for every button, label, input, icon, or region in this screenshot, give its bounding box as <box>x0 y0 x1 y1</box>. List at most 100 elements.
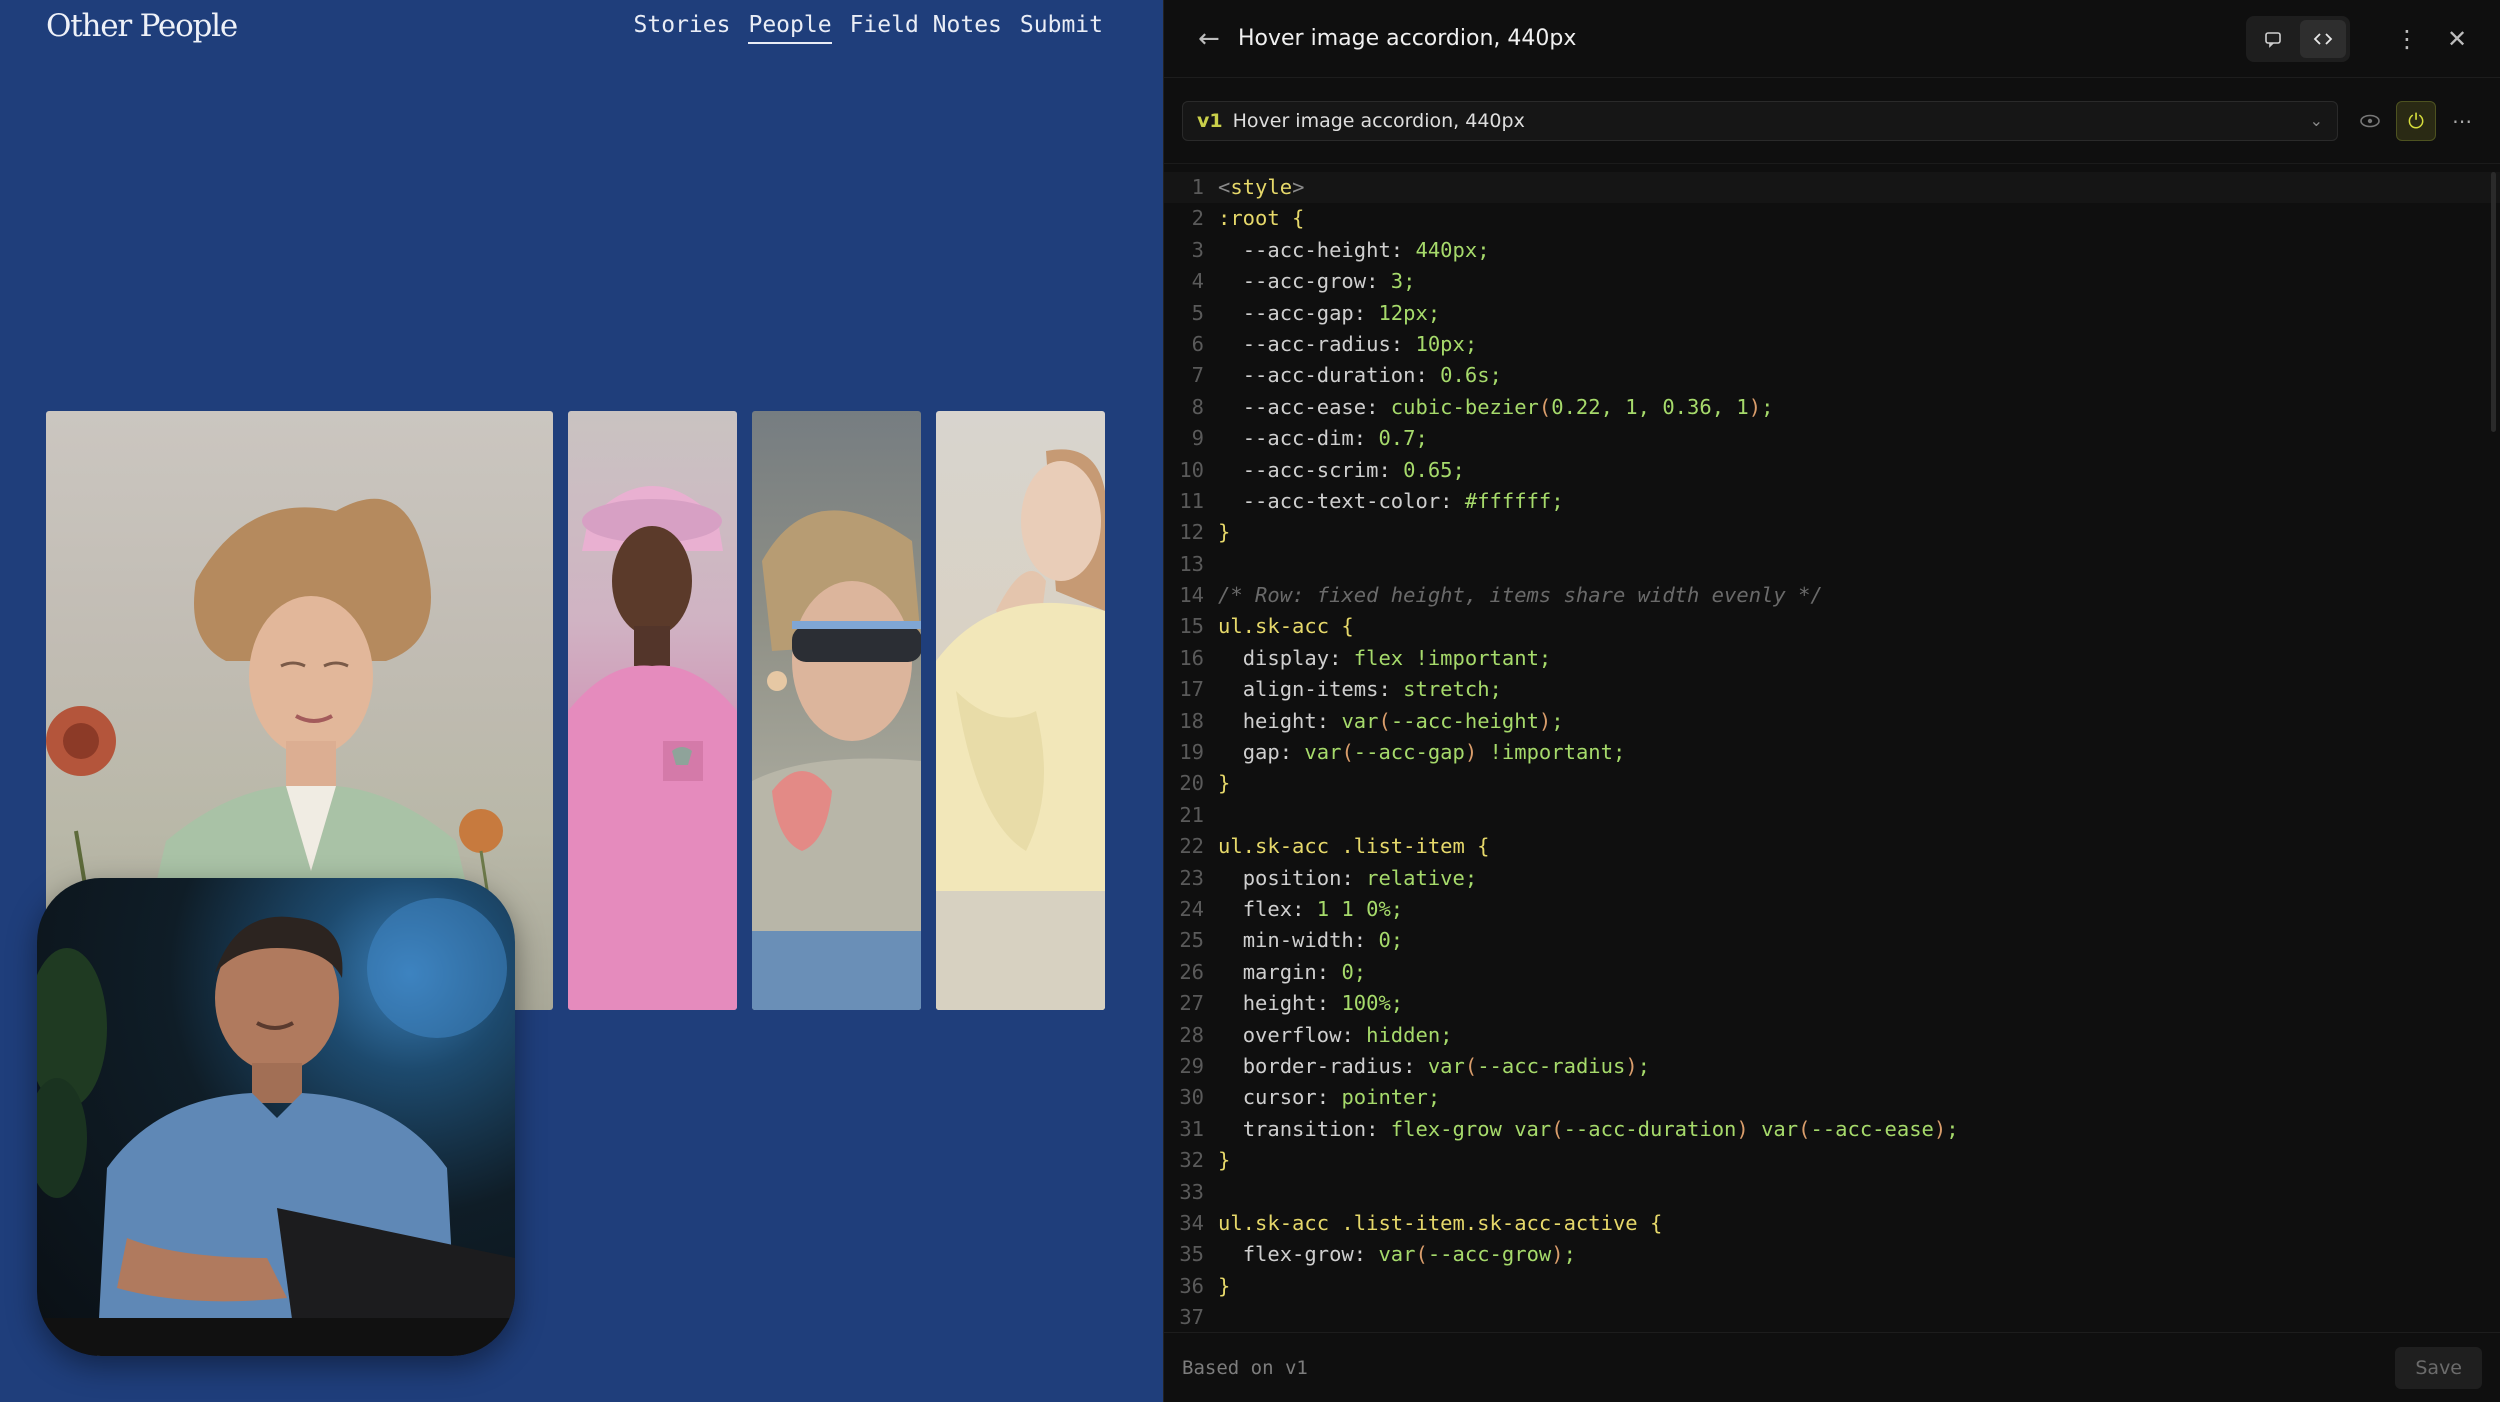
eye-icon[interactable] <box>2350 101 2390 141</box>
line-number: 33 <box>1179 1179 1204 1204</box>
line-source: --acc-scrim: 0.65; <box>1242 457 1465 482</box>
line-source: gap: var(--acc-gap) !important; <box>1242 740 1626 765</box>
code-editor[interactable]: 1 <style> 2:root {3 --acc-height: 440px; 4 … <box>1164 172 2500 1332</box>
code-line[interactable]: 23 position: relative; <box>1164 863 2500 894</box>
code-line[interactable]: 20} <box>1164 768 2500 799</box>
nav-link-field-notes[interactable]: Field Notes <box>850 12 1002 44</box>
editor-scrollbar[interactable] <box>2491 172 2496 432</box>
line-number: 5 <box>1191 300 1204 325</box>
code-line[interactable]: 5 --acc-gap: 12px; <box>1164 298 2500 329</box>
code-brackets-icon[interactable] <box>2300 19 2346 58</box>
panel-footer: Based on v1 Save <box>1164 1332 2500 1402</box>
nav-link-submit[interactable]: Submit <box>1020 12 1103 44</box>
arrow-left-icon[interactable]: ← <box>1198 24 1230 54</box>
line-number: 7 <box>1191 363 1204 388</box>
chat-bubble-icon[interactable] <box>2250 20 2296 58</box>
code-line[interactable]: 14 /* Row: fixed height, items share widt… <box>1164 580 2500 611</box>
line-source: /* Row: fixed height, items share width … <box>1218 583 1823 608</box>
code-line[interactable]: 25 min-width: 0; <box>1164 925 2500 956</box>
code-line[interactable]: 34 ul.sk-acc .list-item.sk-acc-active { <box>1164 1208 2500 1239</box>
save-button[interactable]: Save <box>2395 1346 2482 1389</box>
accordion-item-3[interactable] <box>752 411 921 1010</box>
code-line[interactable]: 37 <box>1164 1302 2500 1332</box>
kebab-icon[interactable]: ⋮ <box>2388 20 2426 58</box>
code-line[interactable]: 28 overflow: hidden; <box>1164 1020 2500 1051</box>
line-number: 35 <box>1179 1242 1204 1267</box>
line-number: 26 <box>1179 959 1204 984</box>
code-line[interactable]: 1 <style> <box>1164 172 2500 204</box>
code-line[interactable]: 7 --acc-duration: 0.6s; <box>1164 360 2500 391</box>
line-source <box>1204 800 1218 831</box>
code-line[interactable]: 29 border-radius: var(--acc-radius); <box>1164 1051 2500 1082</box>
code-line[interactable]: 9 --acc-dim: 0.7; <box>1164 423 2500 454</box>
code-line[interactable]: 18 height: var(--acc-height); <box>1164 706 2500 737</box>
line-source <box>1204 549 1218 580</box>
line-number: 31 <box>1179 1116 1204 1141</box>
code-line[interactable]: 8 --acc-ease: cubic-bezier(0.22, 1, 0.36… <box>1164 392 2500 423</box>
code-line[interactable]: 19 gap: var(--acc-gap) !important; <box>1164 737 2500 768</box>
code-line[interactable]: 31 transition: flex-grow var(--acc-durat… <box>1164 1114 2500 1145</box>
line-source: min-width: 0; <box>1242 928 1404 953</box>
line-number: 34 <box>1179 1210 1204 1235</box>
code-line[interactable]: 26 margin: 0; <box>1164 957 2500 988</box>
code-line[interactable]: 30 cursor: pointer; <box>1164 1082 2500 1113</box>
accordion-item-2[interactable] <box>568 411 737 1010</box>
nav-link-people[interactable]: People <box>748 12 832 44</box>
code-line[interactable]: 11 --acc-text-color: #ffffff; <box>1164 486 2500 517</box>
nav-link-stories[interactable]: Stories <box>634 12 731 44</box>
code-line[interactable]: 17 align-items: stretch; <box>1164 674 2500 705</box>
line-source: } <box>1218 520 1231 545</box>
line-number: 4 <box>1191 269 1204 294</box>
line-number: 2 <box>1191 206 1204 231</box>
line-number: 1 <box>1191 175 1204 199</box>
code-line[interactable]: 22 ul.sk-acc .list-item { <box>1164 831 2500 862</box>
line-source: --acc-duration: 0.6s; <box>1242 363 1502 388</box>
power-icon[interactable]: ⏻ <box>2396 100 2436 141</box>
line-source: display: flex !important; <box>1242 645 1552 670</box>
accordion-item-4[interactable] <box>936 411 1105 1010</box>
code-line[interactable]: 36} <box>1164 1271 2500 1302</box>
code-line[interactable]: 3 --acc-height: 440px; <box>1164 235 2500 266</box>
site-preview: Other People Stories People Field Notes … <box>0 0 1163 1402</box>
line-number: 6 <box>1191 331 1204 356</box>
line-source <box>1204 1177 1218 1208</box>
line-number: 28 <box>1179 1022 1204 1047</box>
line-number: 29 <box>1179 1053 1204 1078</box>
line-number: 17 <box>1179 677 1204 702</box>
code-line[interactable]: 33 <box>1164 1177 2500 1208</box>
line-source: flex-grow: var(--acc-grow); <box>1242 1242 1576 1267</box>
code-line[interactable]: 15 ul.sk-acc { <box>1164 611 2500 642</box>
panel-header: ← Hover image accordion, 440px ⋮ ✕ <box>1164 0 2500 78</box>
webcam-man-blue-tshirt <box>37 898 515 1356</box>
site-logo[interactable]: Other People <box>46 8 238 44</box>
close-icon[interactable]: ✕ <box>2438 20 2476 58</box>
code-line[interactable]: 13 <box>1164 549 2500 580</box>
code-line[interactable]: 6 --acc-radius: 10px; <box>1164 329 2500 360</box>
line-source: } <box>1218 1273 1231 1298</box>
line-number: 37 <box>1179 1305 1204 1330</box>
line-number: 9 <box>1191 426 1204 451</box>
line-number: 19 <box>1179 740 1204 765</box>
version-select[interactable]: v1 Hover image accordion, 440px ⌄ <box>1182 100 2338 141</box>
line-source: flex: 1 1 0%; <box>1242 896 1404 921</box>
more-horizontal-icon[interactable]: ⋯ <box>2442 101 2482 141</box>
webcam-pip[interactable] <box>37 878 515 1356</box>
code-line[interactable]: 27 height: 100%; <box>1164 988 2500 1019</box>
line-source: --acc-dim: 0.7; <box>1242 426 1428 451</box>
line-number: 22 <box>1179 834 1204 859</box>
code-line[interactable]: 21 <box>1164 800 2500 831</box>
line-source: cursor: pointer; <box>1242 1085 1441 1110</box>
line-source: margin: 0; <box>1242 959 1367 984</box>
code-line[interactable]: 4 --acc-grow: 3; <box>1164 266 2500 297</box>
line-number: 30 <box>1179 1085 1204 1110</box>
code-line[interactable]: 2:root { <box>1164 203 2500 234</box>
line-number: 36 <box>1179 1273 1204 1298</box>
code-line[interactable]: 10 --acc-scrim: 0.65; <box>1164 455 2500 486</box>
line-number: 13 <box>1179 551 1204 576</box>
code-line[interactable]: 12} <box>1164 517 2500 548</box>
code-line[interactable]: 35 flex-grow: var(--acc-grow); <box>1164 1239 2500 1270</box>
code-line[interactable]: 16 display: flex !important; <box>1164 643 2500 674</box>
code-line[interactable]: 32} <box>1164 1145 2500 1176</box>
code-line[interactable]: 24 flex: 1 1 0%; <box>1164 894 2500 925</box>
chevron-down-icon: ⌄ <box>2309 111 2323 130</box>
